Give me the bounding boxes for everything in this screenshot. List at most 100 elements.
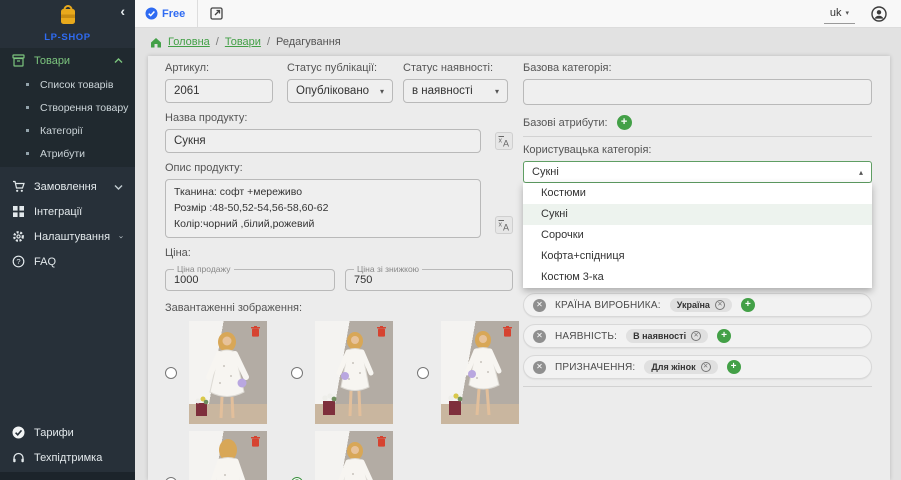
remove-value-button[interactable]: ✕ xyxy=(691,331,701,341)
attribute-value-chip: В наявності ✕ xyxy=(626,329,708,343)
add-value-button[interactable]: + xyxy=(717,329,731,343)
sale-price-label: Ціна продажу xyxy=(174,264,234,274)
edit-product-card: Артикул: 2061 Статус публікації: Опублік… xyxy=(148,56,890,480)
sidebar-item-label: Атрибути xyxy=(40,148,85,160)
breadcrumb-home[interactable]: Головна xyxy=(168,36,210,48)
remove-attribute-button[interactable]: ✕ xyxy=(533,330,546,343)
add-value-button[interactable]: + xyxy=(727,360,741,374)
sidebar-item-products[interactable]: Товари xyxy=(0,48,135,73)
description-label: Опис продукту: xyxy=(165,162,513,174)
breadcrumb-products[interactable]: Товари xyxy=(225,36,261,48)
discount-price-field[interactable]: Ціна зі знижкою 750 xyxy=(345,264,513,291)
open-shop-button[interactable] xyxy=(210,7,223,20)
sidebar-item-product-list[interactable]: Список товарів xyxy=(0,73,135,96)
topbar-right: uk ▾ xyxy=(824,4,887,24)
remove-value-button[interactable]: ✕ xyxy=(701,362,711,372)
breadcrumb-current: Редагування xyxy=(276,36,341,48)
remove-attribute-button[interactable]: ✕ xyxy=(533,299,546,312)
sidebar-collapse-button[interactable]: ‹ xyxy=(120,4,125,18)
base-category-input[interactable] xyxy=(523,79,872,105)
sidebar-item-support[interactable]: Техпідтримка xyxy=(0,445,135,470)
sidebar-item-tariffs[interactable]: Тарифи xyxy=(0,420,135,445)
sku-input[interactable]: 2061 xyxy=(165,79,273,103)
remove-value-button[interactable]: ✕ xyxy=(715,300,725,310)
dropdown-option-kofta[interactable]: Кофта+спідниця xyxy=(523,246,872,267)
verified-badge-icon xyxy=(145,7,158,20)
sidebar-item-label: Замовлення xyxy=(34,181,105,193)
shop-bag-icon xyxy=(57,5,79,25)
product-image-4 xyxy=(189,431,267,480)
sidebar-item-product-create[interactable]: Створення товару xyxy=(0,96,135,119)
sidebar-item-categories[interactable]: Категорії xyxy=(0,119,135,142)
dropdown-option-sorochky[interactable]: Сорочки xyxy=(523,225,872,246)
stock-status-select[interactable]: в наявності ▾ xyxy=(403,79,508,103)
language-value: uk xyxy=(830,7,842,19)
dropdown-option-kostium3[interactable]: Костюм 3-ка xyxy=(523,267,872,288)
sidebar-item-integrations[interactable]: Інтеграції xyxy=(0,199,135,224)
attribute-value-chip: Україна ✕ xyxy=(670,298,732,312)
sidebar-item-orders[interactable]: Замовлення xyxy=(0,174,135,199)
svg-text:A: A xyxy=(503,223,509,232)
divider xyxy=(523,386,872,387)
attribute-row-country: ✕ КРАЇНА ВИРОБНИКА: Україна ✕ + xyxy=(523,293,872,317)
attribute-value: Для жінок xyxy=(651,362,695,372)
delete-image-button[interactable] xyxy=(503,325,512,340)
custom-category-select[interactable]: Сукні ▴ xyxy=(523,161,872,183)
grid-icon xyxy=(12,205,25,218)
stock-status-label: Статус наявності: xyxy=(403,62,508,74)
product-image-5 xyxy=(315,431,393,480)
product-name-input[interactable]: Сукня xyxy=(165,129,481,153)
description-textarea[interactable]: Тканина: софт +мереживо Розмір :48-50,52… xyxy=(165,179,481,238)
products-box-icon xyxy=(12,54,25,67)
product-form-right: Базова категорія: Базові атрибути: + Кор… xyxy=(523,60,872,391)
sidebar-item-attributes[interactable]: Атрибути xyxy=(0,142,135,165)
breadcrumb-separator: / xyxy=(267,36,270,48)
app-root: LP-SHOP ‹ Товари Список товарів xyxy=(0,0,901,480)
dropdown-option-kostiumy[interactable]: Костюми xyxy=(523,183,872,204)
image-select-radio-2[interactable] xyxy=(291,367,303,379)
translate-name-button[interactable]: x A xyxy=(495,132,513,150)
chevron-down-icon xyxy=(119,234,123,240)
topbar-divider xyxy=(197,0,198,27)
sale-price-field[interactable]: Ціна продажу 1000 xyxy=(165,264,335,291)
translate-description-button[interactable]: x A xyxy=(495,216,513,234)
image-select-radio-3[interactable] xyxy=(417,367,429,379)
brand-logo[interactable]: LP-SHOP xyxy=(0,5,135,43)
open-in-new-icon xyxy=(210,7,223,20)
remove-attribute-button[interactable]: ✕ xyxy=(533,361,546,374)
sidebar-item-settings[interactable]: Налаштування xyxy=(0,224,135,249)
sidebar-item-faq[interactable]: ? FAQ xyxy=(0,249,135,274)
delete-image-button[interactable] xyxy=(251,435,260,450)
brand-name: LP-SHOP xyxy=(0,32,135,43)
attribute-value-chip: Для жінок ✕ xyxy=(644,360,717,374)
cart-icon xyxy=(12,180,25,193)
sku-label: Артикул: xyxy=(165,62,273,74)
images-section-label: Завантаженні зображення: xyxy=(165,302,513,314)
plan-badge[interactable]: Free xyxy=(145,7,185,20)
product-form-left: Артикул: 2061 Статус публікації: Опублік… xyxy=(165,60,513,480)
add-attribute-button[interactable]: + xyxy=(617,115,632,130)
language-select[interactable]: uk ▾ xyxy=(824,4,855,24)
translate-icon: x A xyxy=(498,135,510,147)
translate-icon: x A xyxy=(498,219,510,231)
check-circle-icon xyxy=(12,426,25,439)
publication-status-select[interactable]: Опубліковано ▾ xyxy=(287,79,393,103)
base-category-label: Базова категорія: xyxy=(523,62,872,74)
delete-image-button[interactable] xyxy=(377,325,386,340)
sidebar-item-label: Налаштування xyxy=(34,231,110,243)
account-button[interactable] xyxy=(871,6,887,22)
delete-image-button[interactable] xyxy=(251,325,260,340)
custom-category-dropdown: Костюми Сукні Сорочки Кофта+спідниця Кос… xyxy=(523,183,872,288)
image-select-radio-1[interactable] xyxy=(165,367,177,379)
delete-image-button[interactable] xyxy=(377,435,386,450)
trash-icon xyxy=(503,326,512,337)
dropdown-option-sukni[interactable]: Сукні xyxy=(523,204,872,225)
attribute-name: НАЯВНІСТЬ: xyxy=(555,331,617,342)
add-value-button[interactable]: + xyxy=(741,298,755,312)
discount-price-label: Ціна зі знижкою xyxy=(354,264,422,274)
trash-icon xyxy=(377,436,386,447)
plan-label: Free xyxy=(162,8,185,20)
custom-category-label: Користувацька категорія: xyxy=(523,144,872,156)
sidebar-main-nav: Замовлення Інтеграції xyxy=(0,174,135,274)
sidebar-item-label: Інтеграції xyxy=(34,206,123,218)
